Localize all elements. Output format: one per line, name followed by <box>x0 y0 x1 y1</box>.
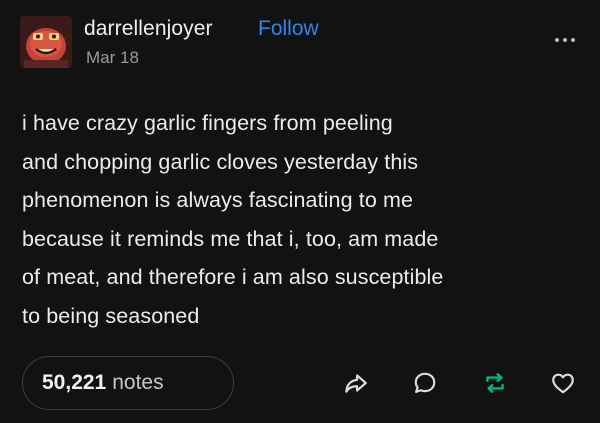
notes-label: notes <box>112 371 164 394</box>
more-options-button[interactable] <box>548 30 582 50</box>
follow-button[interactable]: Follow <box>258 17 319 41</box>
post-body: i have crazy garlic fingers from peeling… <box>22 104 582 335</box>
notes-count: 50,221 <box>42 371 107 394</box>
notes-button[interactable]: 50,221 notes <box>22 356 234 410</box>
share-button[interactable] <box>343 370 369 396</box>
more-dots-icon <box>563 38 567 42</box>
share-icon <box>345 374 367 393</box>
post-text-line: because it reminds me that i, too, am ma… <box>22 226 439 251</box>
post-text-line: phenomenon is always fascinating to me <box>22 188 414 212</box>
post-card: darrellenjoyer Follow Mar 18 i have craz… <box>0 0 600 423</box>
post-text-line: of meat, and therefore i am also suscept… <box>22 265 444 289</box>
reblog-button[interactable] <box>482 370 508 396</box>
reblog-icon <box>486 373 504 393</box>
heart-icon <box>552 373 574 394</box>
post-text-line: i have crazy garlic fingers from peeling <box>22 111 393 135</box>
avatar[interactable] <box>20 16 72 68</box>
post-author-username[interactable]: darrellenjoyer <box>84 17 213 41</box>
more-dots-icon <box>571 38 575 42</box>
post-date: Mar 18 <box>86 48 139 67</box>
post-text-line: to being seasoned <box>22 303 200 328</box>
reply-icon <box>414 372 436 393</box>
avatar-image <box>20 16 72 68</box>
reply-button[interactable] <box>412 370 438 396</box>
more-dots-icon <box>555 38 559 42</box>
like-button[interactable] <box>550 370 576 396</box>
post-text-line: and chopping garlic cloves yesterday thi… <box>22 149 419 174</box>
